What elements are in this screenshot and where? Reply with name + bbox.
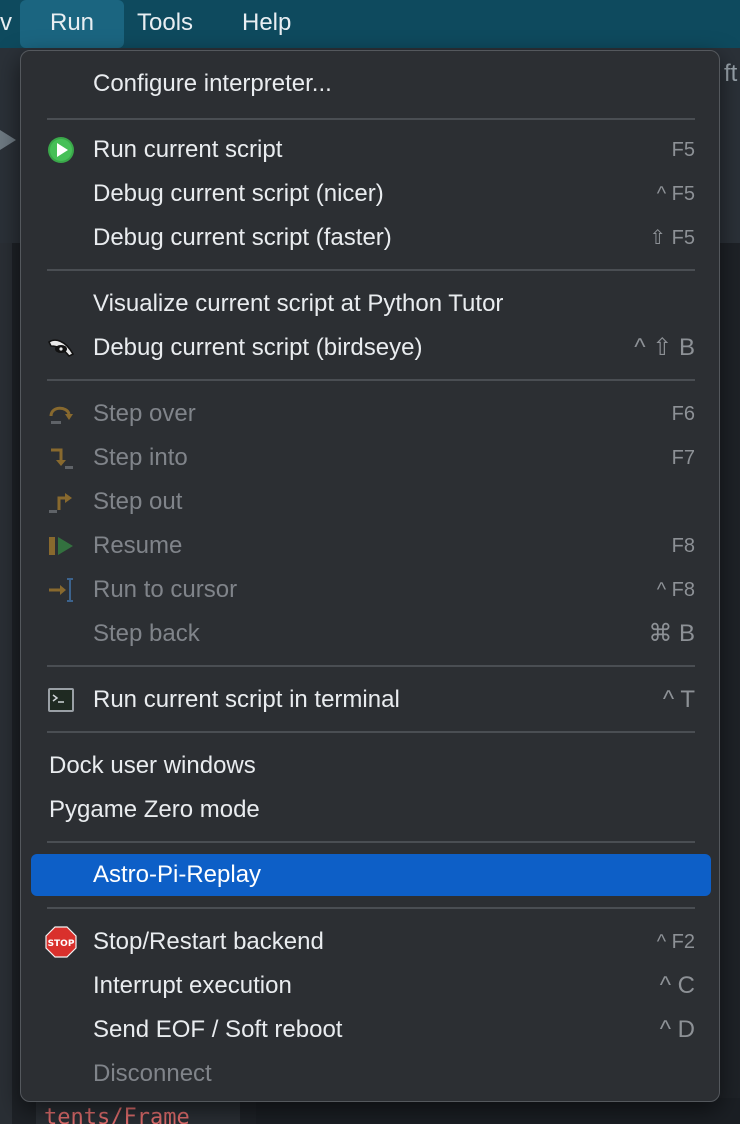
menu-separator	[47, 907, 695, 909]
menu-item-label: Step into	[93, 444, 188, 471]
menu-item-step-into[interactable]: Step into F7	[29, 437, 713, 479]
menu-item-shortcut: ^ ⇧ B	[634, 334, 695, 361]
menu-item-step-out[interactable]: Step out	[29, 481, 713, 523]
menu-separator	[47, 379, 695, 381]
menu-item-label: Disconnect	[93, 1060, 212, 1087]
menu-item-label: Stop/Restart backend	[93, 928, 324, 955]
menu-item-shortcut: F7	[671, 447, 695, 469]
menu-item-stop-restart-backend[interactable]: STOP Stop/Restart backend ^ F2	[29, 921, 713, 963]
menu-item-label: Step back	[93, 620, 200, 647]
menu-item-label: Pygame Zero mode	[49, 796, 260, 823]
menu-item-shortcut: ^ F2	[656, 931, 695, 953]
menu-item-label: Debug current script (nicer)	[93, 180, 384, 207]
menu-item-label: Debug current script (birdseye)	[93, 334, 423, 361]
terminal-icon	[48, 688, 74, 712]
menu-item-resume[interactable]: Resume F8	[29, 525, 713, 567]
menu-item-shortcut: F6	[671, 403, 695, 425]
menu-item-pygame-zero-mode[interactable]: Pygame Zero mode	[29, 789, 713, 831]
background-tab-fragment: ft	[724, 60, 738, 87]
menu-item-shortcut: ^ F5	[656, 183, 695, 205]
menu-item-send-eof[interactable]: Send EOF / Soft reboot ^ D	[29, 1009, 713, 1051]
menu-separator	[47, 269, 695, 271]
menu-item-debug-nicer[interactable]: Debug current script (nicer) ^ F5	[29, 173, 713, 215]
run-icon	[48, 137, 74, 163]
menu-item-label: Run to cursor	[93, 576, 238, 603]
menu-item-configure-interpreter[interactable]: Configure interpreter...	[29, 63, 713, 105]
menu-item-label: Configure interpreter...	[93, 70, 332, 97]
menu-item-astro-pi-replay[interactable]: Astro-Pi-Replay	[31, 854, 711, 896]
menu-run[interactable]: Run	[20, 0, 124, 48]
menu-item-label: Dock user windows	[49, 752, 256, 779]
birdseye-icon	[48, 339, 75, 357]
step-out-icon	[49, 493, 72, 513]
menu-item-disconnect[interactable]: Disconnect	[29, 1053, 713, 1095]
menu-bar: v Run Tools Help	[0, 0, 740, 48]
menu-item-label: Astro-Pi-Replay	[93, 861, 262, 888]
resume-icon	[49, 537, 73, 555]
step-into-icon	[51, 448, 73, 469]
menu-item-shortcut: ^ D	[659, 1016, 695, 1043]
menu-item-shortcut: ^ C	[659, 972, 695, 999]
menu-item-label: Step over	[93, 400, 196, 427]
menu-item-shortcut: ⌘ B	[648, 620, 695, 647]
menu-separator	[47, 665, 695, 667]
menu-tools[interactable]: Tools	[137, 0, 193, 48]
menu-item-label: Run current script in terminal	[93, 686, 400, 713]
svg-text:STOP: STOP	[48, 939, 75, 949]
menu-item-label: Interrupt execution	[93, 972, 292, 999]
run-menu-dropdown: Configure interpreter... Run current scr…	[20, 50, 720, 1102]
stop-icon: STOP	[45, 926, 77, 958]
menu-item-debug-faster[interactable]: Debug current script (faster) ⇧ F5	[29, 217, 713, 259]
menu-separator	[47, 118, 695, 120]
menu-item-step-back[interactable]: Step back ⌘ B	[29, 613, 713, 655]
menu-item-shortcut: F8	[671, 535, 695, 557]
step-over-icon	[49, 406, 73, 424]
menu-item-shortcut: ⇧ F5	[649, 227, 695, 249]
run-to-cursor-icon	[49, 578, 73, 602]
menu-item-step-over[interactable]: Step over F6	[29, 393, 713, 435]
menu-item-label: Step out	[93, 488, 183, 515]
menu-item-label: Run current script	[93, 136, 283, 163]
menu-item-label: Send EOF / Soft reboot	[93, 1016, 343, 1043]
menu-item-interrupt-execution[interactable]: Interrupt execution ^ C	[29, 965, 713, 1007]
editor-gutter	[0, 243, 12, 1124]
menu-item-run-in-terminal[interactable]: Run current script in terminal ^ T	[29, 679, 713, 721]
menu-separator	[47, 841, 695, 843]
menu-item-run-to-cursor[interactable]: Run to cursor ^ F8	[29, 569, 713, 611]
menu-item-debug-birdseye[interactable]: Debug current script (birdseye) ^ ⇧ B	[29, 327, 713, 369]
menu-item-label: Resume	[93, 532, 183, 559]
menu-item-dock-user-windows[interactable]: Dock user windows	[29, 745, 713, 787]
menu-view-fragment[interactable]: v	[0, 0, 12, 48]
menu-item-label: Visualize current script at Python Tutor	[93, 290, 504, 317]
menu-separator	[47, 731, 695, 733]
menu-item-python-tutor[interactable]: Visualize current script at Python Tutor	[29, 283, 713, 325]
menu-item-shortcut: ^ T	[662, 686, 695, 713]
menu-item-shortcut: F5	[671, 139, 695, 161]
menu-item-label: Debug current script (faster)	[93, 224, 392, 251]
menu-item-shortcut: ^ F8	[656, 579, 695, 601]
menu-help[interactable]: Help	[242, 0, 291, 48]
toolbar-run-icon[interactable]	[0, 130, 16, 150]
menu-item-run-current-script[interactable]: Run current script F5	[29, 129, 713, 171]
